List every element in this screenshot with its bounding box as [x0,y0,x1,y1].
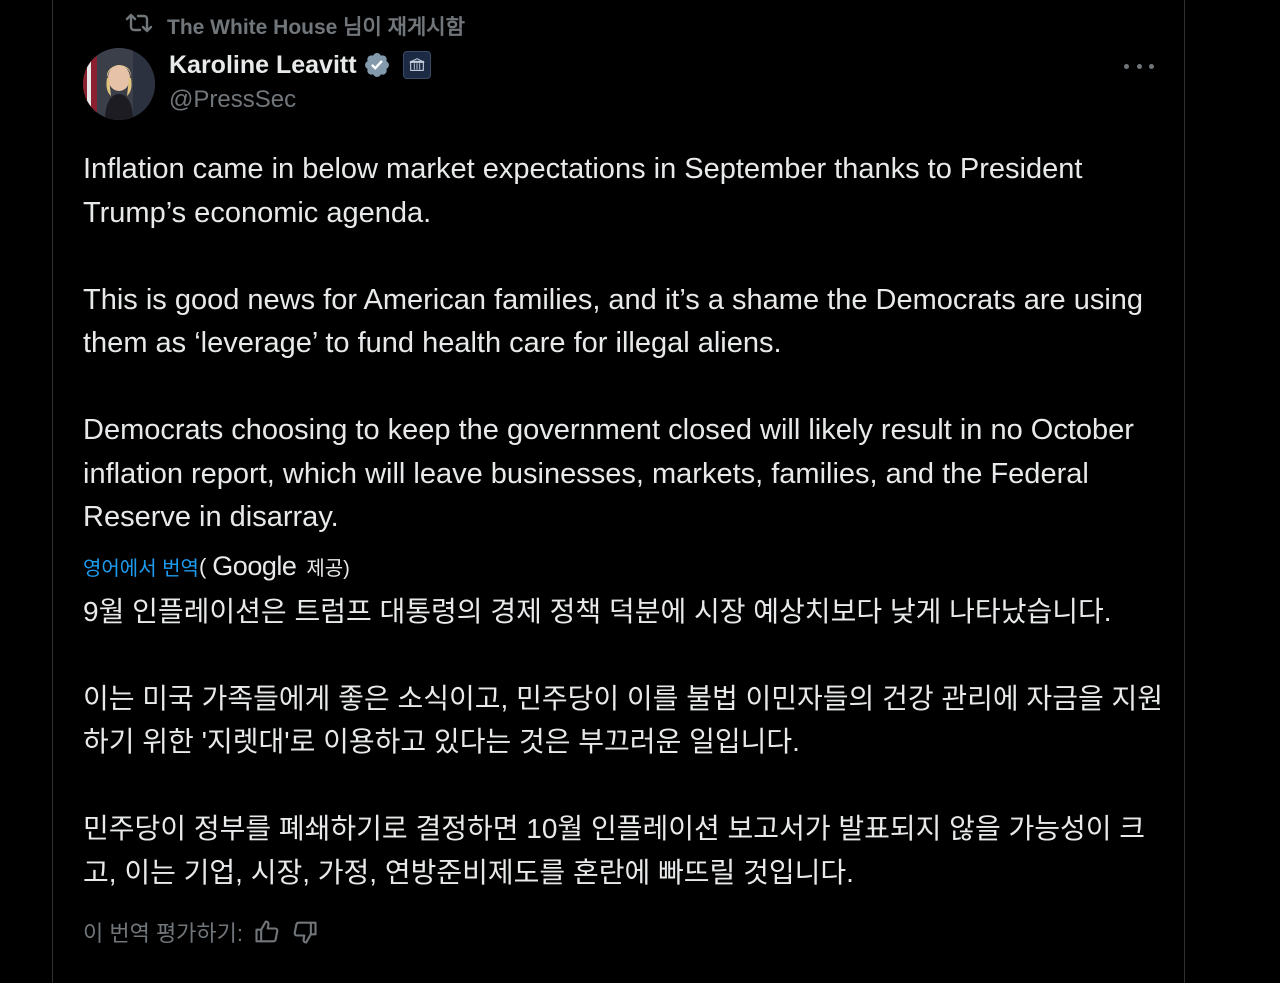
rate-translation-label: 이 번역 평가하기: [83,921,244,946]
repost-icon [125,12,153,40]
translated-paragraph: 이는 미국 가족들에게 좋은 소식이고, 민주당이 이를 불법 이민자들의 건강… [83,682,1164,758]
thumbs-up-icon[interactable] [253,918,281,946]
tweet-paragraph: This is good news for American families,… [83,283,1152,360]
repost-label: The White House 님이 재게시함 [167,16,465,39]
repost-indicator[interactable]: The White House 님이 재게시함 [125,12,465,40]
translated-paragraph: 9월 인플레이션은 트럼프 대통령의 경제 정책 덕분에 시장 예상치보다 낮게… [83,595,1112,627]
tweet-paragraph: Democrats choosing to keep the governmen… [83,414,1143,533]
author-handle[interactable]: @PressSec [169,86,431,114]
translated-text: 9월 인플레이션은 트럼프 대통령의 경제 정책 덕분에 시장 예상치보다 낮게… [83,590,1163,895]
open-paren: ( [198,553,207,579]
more-options-icon[interactable] [1124,56,1154,76]
verified-badge-icon[interactable] [363,51,391,79]
author-name[interactable]: Karoline Leavitt [169,51,357,80]
avatar[interactable] [83,48,155,120]
tweet-paragraph: Inflation came in below market expectati… [83,153,1090,229]
translated-paragraph: 민주당이 정부를 폐쇄하기로 결정하면 10월 인플레이션 보고서가 발표되지 … [83,813,1146,888]
google-logo: Google [212,551,297,581]
translated-from-link[interactable]: 영어에서 번역 [83,552,199,581]
tweet-text: Inflation came in below market expectati… [83,148,1163,540]
tweet-column: The White House 님이 재게시함 Karoline Leavitt [52,0,1185,983]
rate-translation: 이 번역 평가하기: [83,914,319,950]
provided-label: 제공) [306,558,350,580]
tweet-body: Inflation came in below market expectati… [83,148,1163,894]
translation-attribution: 영어에서 번역 ( Google 제공) [83,550,1163,584]
white-house-affiliation-icon[interactable] [402,51,431,79]
author-block: Karoline Leavitt @PressSec [169,48,431,114]
thumbs-down-icon[interactable] [291,918,319,946]
